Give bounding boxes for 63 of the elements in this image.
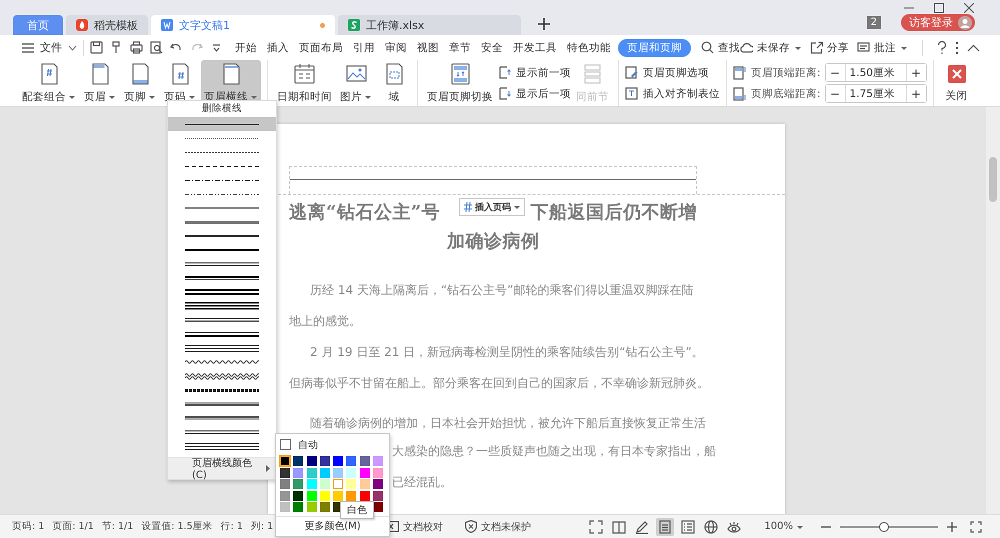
spin-field[interactable]: 1.50厘米 bbox=[844, 64, 907, 81]
window-count[interactable]: 2 bbox=[866, 16, 881, 29]
tab-label: 工作簿.xlsx bbox=[366, 18, 424, 32]
status-text: 节: 1/1 bbox=[102, 520, 134, 533]
status-button[interactable]: 文档校对 bbox=[386, 520, 443, 534]
paragraph-line: 地上的感觉。 bbox=[289, 314, 361, 328]
ribbon-button[interactable]: 图片 bbox=[337, 60, 375, 106]
status-text: 列: 1 bbox=[250, 520, 274, 533]
tab-label: 稻壳模板 bbox=[94, 18, 138, 32]
tab[interactable]: 工作簿.xlsx bbox=[338, 15, 521, 35]
ribbon-button[interactable]: 页眉页脚选项 bbox=[625, 66, 720, 80]
status-text: 页面: 1/1 bbox=[52, 520, 94, 533]
toolbar-button[interactable]: 批注 bbox=[857, 40, 908, 54]
document-title: 逃离“钻石公主”号 bbox=[289, 201, 440, 225]
status-text: 行: 1 bbox=[220, 520, 243, 533]
close-button[interactable]: 关闭 bbox=[940, 60, 974, 106]
document-title: 下船返国后仍不断增 bbox=[530, 201, 697, 225]
ribbon-button[interactable]: 页眉页脚切换 bbox=[424, 60, 496, 106]
menu-item[interactable]: 页眉横线颜色(C) bbox=[168, 457, 276, 479]
ribbon-button[interactable]: 页脚 bbox=[121, 60, 159, 106]
menu-tab[interactable]: 安全 bbox=[481, 38, 503, 56]
menu-tab[interactable]: 开发工具 bbox=[513, 38, 557, 56]
menu-tab[interactable]: 插入 bbox=[267, 38, 289, 56]
field-label: 页眉顶端距离: bbox=[751, 66, 821, 80]
tab[interactable]: 文字文稿1 bbox=[151, 15, 335, 35]
paragraph-line: 历经 14 天海上隔离后，“钻石公主号”邮轮的乘客们得以重温双脚踩在陆 bbox=[310, 283, 694, 297]
menu-tab[interactable]: 引用 bbox=[353, 38, 375, 56]
ribbon-button[interactable]: 显示后一项 bbox=[498, 86, 571, 100]
status-button[interactable]: 文档未保护 bbox=[465, 520, 531, 534]
menu-tab[interactable]: 审阅 bbox=[385, 38, 407, 56]
insert-page-number-button[interactable]: 插入页码 bbox=[459, 198, 525, 216]
ribbon-button[interactable]: 日期和时间 bbox=[274, 60, 335, 106]
status-text: 设置值: 1.5厘米 bbox=[141, 520, 213, 533]
paragraph-line: 大感染的隐患？一些质疑声也随之出现，有日本专家指出，船 bbox=[392, 444, 716, 458]
tab-label: 首页 bbox=[27, 18, 49, 32]
menu-tab[interactable]: 页面布局 bbox=[299, 38, 343, 56]
field-label: 页脚底端距离: bbox=[751, 86, 821, 100]
menu-tab[interactable]: 视图 bbox=[417, 38, 439, 56]
ribbon-button[interactable]: 插入对齐制表位 bbox=[625, 86, 720, 100]
file-menu[interactable]: 文件 bbox=[22, 40, 77, 55]
menu-tab[interactable]: 开始 bbox=[235, 38, 257, 56]
paragraph-line: 2 月 19 日至 21 日，新冠病毒检测呈阴性的乘客陆续告别“钻石公主号”。 bbox=[310, 345, 704, 359]
tab-label: 文字文稿1 bbox=[179, 18, 230, 32]
tooltip: 白色 bbox=[340, 501, 374, 519]
ribbon-button[interactable]: 页眉 bbox=[81, 60, 119, 106]
login-button[interactable]: 访客登录 bbox=[901, 14, 975, 31]
search-button[interactable]: 查找 bbox=[701, 40, 740, 54]
status-text: 页码: 1 bbox=[12, 520, 44, 533]
ribbon-button[interactable]: 显示前一项 bbox=[498, 66, 571, 80]
paragraph-line: 但病毒似乎不甘留在船上。部分乘客在回到自己的国家后，不幸确诊新冠肺炎。 bbox=[289, 376, 709, 390]
document-title: 加确诊病例 bbox=[446, 230, 540, 254]
ribbon-button[interactable]: 配套组合 bbox=[19, 60, 79, 106]
tab[interactable]: 稻壳模板 bbox=[66, 15, 148, 35]
paragraph-line: 已经混乱。 bbox=[392, 475, 452, 489]
menu-tab[interactable]: 章节 bbox=[449, 38, 471, 56]
spin-field[interactable]: 1.75厘米 bbox=[844, 85, 907, 102]
checkbox-label: 自动 bbox=[298, 438, 318, 452]
paragraph-line: 随着确诊病例的增加，日本社会开始担忧，被允许下船后直接恢复正常生活 bbox=[310, 416, 706, 430]
toolbar-button[interactable]: 分享 bbox=[810, 40, 849, 54]
menu-tab[interactable]: 特色功能 bbox=[567, 38, 611, 56]
toolbar-button[interactable]: 未保存 bbox=[740, 40, 802, 54]
ribbon-button[interactable]: 域 bbox=[377, 60, 411, 106]
zoom-dropdown[interactable]: 100% bbox=[764, 521, 804, 532]
